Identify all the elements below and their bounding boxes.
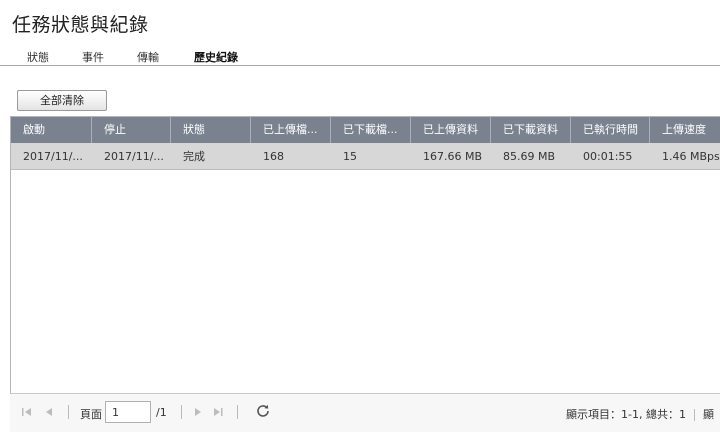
cell-upload-speed: 1.46 MBps (662, 150, 720, 163)
table-header: 啟動 停止 狀態 已上傳檔... 已下載檔... 已上傳資料 已下載資料 已執行… (11, 117, 720, 143)
tab-bar: 狀態 事件 傳輸 歷史紀錄 (0, 46, 720, 66)
cell-stop: 2017/11/... (104, 150, 164, 163)
tab-status[interactable]: 狀態 (27, 49, 49, 65)
column-header-uploaded-data[interactable]: 已上傳資料 (411, 117, 491, 143)
cell-downloaded-files: 15 (343, 150, 357, 163)
pager-divider (181, 405, 182, 419)
cell-elapsed-time: 00:01:55 (583, 150, 633, 163)
page-title: 任務狀態與紀錄 (12, 14, 149, 36)
refresh-icon[interactable] (255, 403, 271, 419)
column-header-status[interactable]: 狀態 (171, 117, 251, 143)
tab-history[interactable]: 歷史紀錄 (194, 49, 238, 65)
prev-page-icon[interactable] (42, 405, 56, 419)
clear-all-button[interactable]: 全部清除 (17, 90, 107, 111)
task-status-page: 任務狀態與紀錄 狀態 事件 傳輸 歷史紀錄 全部清除 啟動 停止 狀態 已上傳檔… (0, 0, 720, 448)
display-item-count: 顯示項目：1-1, 總共：1 顯 (566, 408, 714, 421)
page-label: 頁面 (80, 408, 102, 421)
column-header-upload-speed[interactable]: 上傳速度 (650, 117, 720, 143)
column-header-downloaded-files[interactable]: 已下載檔... (331, 117, 411, 143)
first-page-icon[interactable] (20, 405, 34, 419)
pagination-bar: 頁面 /1 顯示項目：1-1, 總共：1顯 (10, 393, 720, 432)
column-header-stop[interactable]: 停止 (92, 117, 171, 143)
cell-start: 2017/11/... (23, 150, 83, 163)
column-header-downloaded-data[interactable]: 已下載資料 (491, 117, 571, 143)
pager-divider (237, 405, 238, 419)
tab-events[interactable]: 事件 (82, 49, 104, 65)
cell-uploaded-files: 168 (263, 150, 284, 163)
column-header-start[interactable]: 啟動 (11, 117, 92, 143)
pager-divider (68, 405, 69, 419)
tab-transfer[interactable]: 傳輸 (137, 49, 159, 65)
page-number-input[interactable] (105, 401, 151, 423)
column-header-elapsed-time[interactable]: 已執行時間 (571, 117, 650, 143)
table-row[interactable]: 2017/11/... 2017/11/... 完成 168 15 167.66… (11, 143, 720, 170)
next-page-icon[interactable] (191, 405, 205, 419)
cell-downloaded-data: 85.69 MB (503, 150, 556, 163)
history-table: 啟動 停止 狀態 已上傳檔... 已下載檔... 已上傳資料 已下載資料 已執行… (10, 116, 720, 432)
column-header-uploaded-files[interactable]: 已上傳檔... (251, 117, 331, 143)
cell-status: 完成 (183, 150, 205, 163)
page-total: /1 (156, 406, 167, 419)
cell-uploaded-data: 167.66 MB (423, 150, 483, 163)
last-page-icon[interactable] (211, 405, 225, 419)
